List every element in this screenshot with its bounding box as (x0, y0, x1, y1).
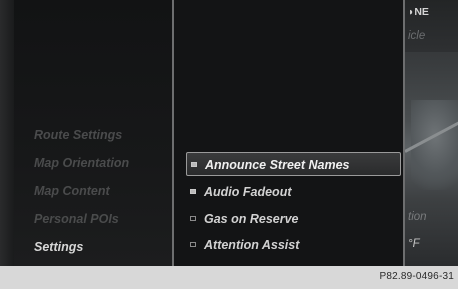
info-text: tion (408, 211, 427, 223)
left-edge-strip (0, 0, 14, 266)
menu-item-map-orientation[interactable]: Map Orientation (34, 156, 129, 170)
option-label: Audio Fadeout (204, 185, 292, 199)
compass-heading: ◗NE (408, 6, 429, 18)
menu-item-route-settings[interactable]: Route Settings (34, 128, 122, 142)
menu-item-map-content[interactable]: Map Content (34, 184, 110, 198)
menu-item-settings[interactable]: Settings (34, 240, 83, 254)
option-label: Announce Street Names (205, 158, 350, 172)
map-preview[interactable]: ◗NE icle tion °F (405, 0, 458, 266)
option-audio-fadeout[interactable]: Audio Fadeout (186, 180, 401, 204)
option-attention-assist[interactable]: Attention Assist (186, 233, 401, 257)
option-announce-street-names[interactable]: Announce Street Names (186, 152, 401, 176)
figure-footer: P82.89-0496-31 (0, 266, 458, 289)
checkbox-icon (190, 189, 196, 194)
checkbox-icon (190, 216, 196, 221)
settings-options-panel: Announce Street Names Audio Fadeout Gas … (174, 0, 403, 266)
main-menu-panel: Route Settings Map Orientation Map Conte… (14, 0, 172, 266)
checkbox-icon (191, 162, 197, 167)
vehicle-text: icle (408, 30, 426, 42)
figure-code: P82.89-0496-31 (379, 271, 454, 282)
option-label: Attention Assist (204, 238, 300, 252)
menu-item-personal-pois[interactable]: Personal POIs (34, 212, 119, 226)
navigation-screen: Route Settings Map Orientation Map Conte… (0, 0, 458, 266)
temperature-readout: °F (408, 238, 420, 250)
option-gas-on-reserve[interactable]: Gas on Reserve (186, 207, 401, 231)
option-label: Gas on Reserve (204, 212, 299, 226)
checkbox-icon (190, 242, 196, 247)
